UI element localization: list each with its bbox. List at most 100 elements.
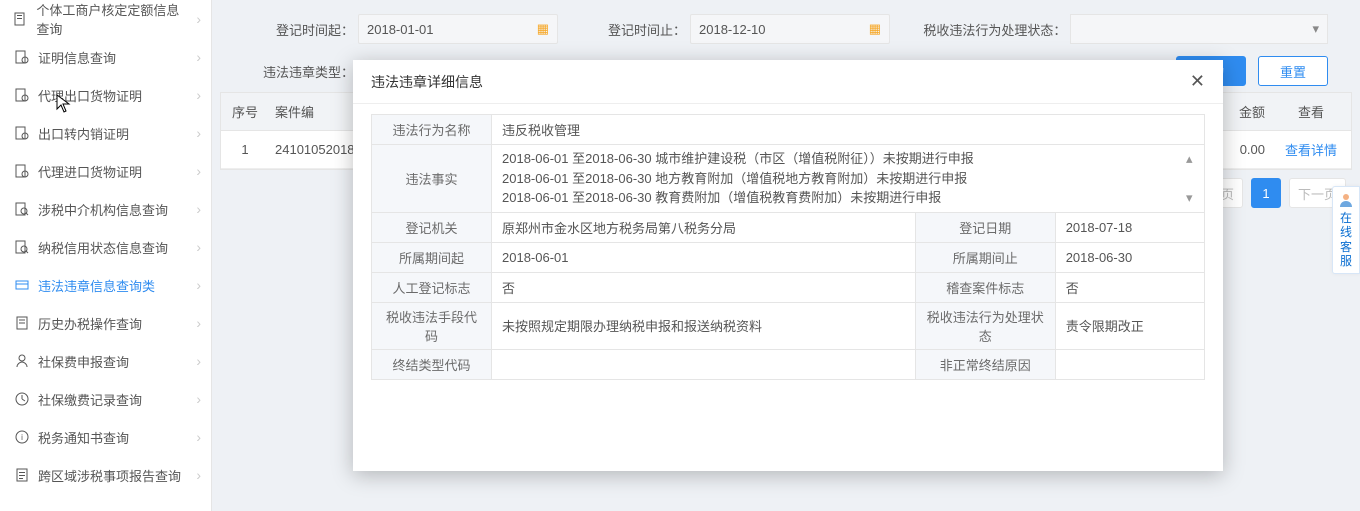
val-date: 2018-07-18 bbox=[1055, 212, 1204, 242]
sidebar-item-label: 社保费申报查询 bbox=[38, 352, 129, 371]
close-icon[interactable]: ✕ bbox=[1190, 71, 1205, 92]
reg-start-value: 2018-01-01 bbox=[367, 22, 537, 37]
modal-header: 违法违章详细信息 ✕ bbox=[353, 60, 1223, 104]
val-facts: 2018-06-01 至2018-06-30 城市维护建设税（市区（增值税附征）… bbox=[492, 145, 1205, 213]
sidebar-item-label: 纳税信用状态信息查询 bbox=[38, 238, 168, 257]
cert-icon bbox=[14, 125, 30, 141]
sidebar-item-label: 涉税中介机构信息查询 bbox=[38, 200, 168, 219]
history-icon bbox=[14, 315, 30, 331]
sidebar-item-label: 个体工商户核定定额信息查询 bbox=[36, 0, 188, 38]
cell-seq: 1 bbox=[221, 142, 269, 157]
chevron-right-icon: › bbox=[196, 315, 201, 331]
sidebar-item-label: 代理进口货物证明 bbox=[38, 162, 142, 181]
calendar-icon: ▦ bbox=[537, 21, 549, 37]
sidebar-item-label: 证明信息查询 bbox=[38, 48, 116, 67]
modal-title: 违法违章详细信息 bbox=[371, 72, 483, 92]
val-pstart: 2018-06-01 bbox=[492, 242, 916, 272]
type-label: 违法违章类型： bbox=[244, 62, 354, 81]
lbl-org: 登记机关 bbox=[372, 212, 492, 242]
cert-icon bbox=[14, 49, 30, 65]
chevron-right-icon: › bbox=[196, 11, 201, 27]
val-manual: 否 bbox=[492, 272, 916, 302]
val-method: 未按照规定期限办理纳税申报和报送纳税资料 bbox=[492, 302, 916, 349]
detail-table: 违法行为名称 违反税收管理 违法事实 2018-06-01 至2018-06-3… bbox=[371, 114, 1205, 380]
notice-icon: i bbox=[14, 429, 30, 445]
detail-modal: 违法违章详细信息 ✕ 违法行为名称 违反税收管理 违法事实 2018-06-01… bbox=[353, 60, 1223, 471]
reg-end-label: 登记时间止： bbox=[576, 20, 686, 39]
sidebar-item-label: 社保缴费记录查询 bbox=[38, 390, 142, 409]
lbl-pend: 所属期间止 bbox=[915, 242, 1055, 272]
reg-start-label: 登记时间起： bbox=[244, 20, 354, 39]
sidebar-item-2[interactable]: 代理出口货物证明 › bbox=[0, 76, 211, 114]
chevron-right-icon: › bbox=[196, 87, 201, 103]
search-doc-icon bbox=[14, 239, 30, 255]
cert-icon bbox=[14, 87, 30, 103]
chevron-right-icon: › bbox=[196, 49, 201, 65]
chevron-right-icon: › bbox=[196, 277, 201, 293]
cert-icon bbox=[14, 163, 30, 179]
calendar-icon: ▦ bbox=[869, 21, 881, 37]
chevron-right-icon: › bbox=[196, 391, 201, 407]
lbl-endtype: 终结类型代码 bbox=[372, 349, 492, 379]
violation-icon bbox=[14, 277, 30, 293]
lbl-facts: 违法事实 bbox=[372, 145, 492, 213]
reset-button[interactable]: 重置 bbox=[1258, 56, 1328, 86]
chevron-right-icon: › bbox=[196, 201, 201, 217]
status-select[interactable]: ▾ bbox=[1070, 14, 1328, 44]
sidebar-item-5[interactable]: 涉税中介机构信息查询 › bbox=[0, 190, 211, 228]
sidebar-item-6[interactable]: 纳税信用状态信息查询 › bbox=[0, 228, 211, 266]
chevron-right-icon: › bbox=[196, 467, 201, 483]
val-name: 违反税收管理 bbox=[492, 115, 1205, 145]
person-icon bbox=[14, 353, 30, 369]
lbl-inspect: 稽查案件标志 bbox=[915, 272, 1055, 302]
report-icon bbox=[14, 467, 30, 483]
col-seq: 序号 bbox=[221, 102, 269, 121]
sidebar-item-7[interactable]: 违法违章信息查询类 › bbox=[0, 266, 211, 304]
chevron-right-icon: › bbox=[196, 125, 201, 141]
chevron-right-icon: › bbox=[196, 163, 201, 179]
view-detail-link[interactable]: 查看详情 bbox=[1271, 140, 1351, 159]
val-handle: 责令限期改正 bbox=[1055, 302, 1204, 349]
col-view: 查看 bbox=[1271, 102, 1351, 121]
sidebar-item-label: 代理出口货物证明 bbox=[38, 86, 142, 105]
val-org: 原郑州市金水区地方税务局第八税务分局 bbox=[492, 212, 916, 242]
sidebar: 个体工商户核定定额信息查询 › 证明信息查询 › 代理出口货物证明 › 出口转内… bbox=[0, 0, 212, 511]
online-support[interactable]: 在线客服 bbox=[1332, 186, 1360, 274]
search-doc-icon bbox=[14, 201, 30, 217]
status-label: 税收违法行为处理状态： bbox=[908, 20, 1066, 39]
reg-end-value: 2018-12-10 bbox=[699, 22, 869, 37]
sidebar-item-12[interactable]: 跨区域涉税事项报告查询 › bbox=[0, 456, 211, 494]
sidebar-item-9[interactable]: 社保费申报查询 › bbox=[0, 342, 211, 380]
sidebar-item-8[interactable]: 历史办税操作查询 › bbox=[0, 304, 211, 342]
val-pend: 2018-06-30 bbox=[1055, 242, 1204, 272]
lbl-abnorm: 非正常终结原因 bbox=[915, 349, 1055, 379]
record-icon bbox=[14, 391, 30, 407]
chevron-right-icon: › bbox=[196, 239, 201, 255]
sidebar-item-label: 出口转内销证明 bbox=[38, 124, 129, 143]
chevron-right-icon: › bbox=[196, 353, 201, 369]
sidebar-item-1[interactable]: 证明信息查询 › bbox=[0, 38, 211, 76]
lbl-date: 登记日期 bbox=[915, 212, 1055, 242]
doc-icon bbox=[14, 11, 28, 27]
reg-start-input[interactable]: 2018-01-01 ▦ bbox=[358, 14, 558, 44]
lbl-handle: 税收违法行为处理状态 bbox=[915, 302, 1055, 349]
scroll-icon[interactable]: ▴▾ bbox=[1186, 149, 1202, 208]
pager-page-1[interactable]: 1 bbox=[1251, 178, 1281, 208]
lbl-pstart: 所属期间起 bbox=[372, 242, 492, 272]
support-label: 在线客服 bbox=[1340, 211, 1352, 268]
sidebar-item-label: 税务通知书查询 bbox=[38, 428, 129, 447]
sidebar-item-label: 历史办税操作查询 bbox=[38, 314, 142, 333]
sidebar-item-0[interactable]: 个体工商户核定定额信息查询 › bbox=[0, 0, 211, 38]
val-inspect: 否 bbox=[1055, 272, 1204, 302]
sidebar-item-10[interactable]: 社保缴费记录查询 › bbox=[0, 380, 211, 418]
lbl-manual: 人工登记标志 bbox=[372, 272, 492, 302]
lbl-method: 税收违法手段代码 bbox=[372, 302, 492, 349]
reg-end-input[interactable]: 2018-12-10 ▦ bbox=[690, 14, 890, 44]
sidebar-item-4[interactable]: 代理进口货物证明 › bbox=[0, 152, 211, 190]
lbl-name: 违法行为名称 bbox=[372, 115, 492, 145]
svg-text:i: i bbox=[21, 433, 23, 442]
val-endtype bbox=[492, 349, 916, 379]
sidebar-item-11[interactable]: i 税务通知书查询 › bbox=[0, 418, 211, 456]
sidebar-item-3[interactable]: 出口转内销证明 › bbox=[0, 114, 211, 152]
sidebar-item-label: 跨区域涉税事项报告查询 bbox=[38, 466, 181, 485]
